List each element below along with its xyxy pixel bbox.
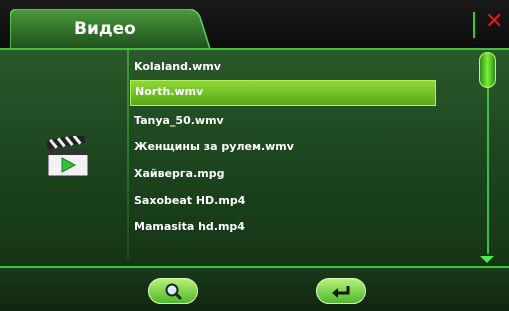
file-name: Женщины за рулем.wmv	[134, 140, 294, 153]
list-item-selected[interactable]: North.wmv	[130, 80, 436, 106]
file-name: Mamasita hd.mp4	[134, 220, 245, 233]
list-item[interactable]: Kolaland.wmv	[128, 55, 438, 81]
title-tab: Видео	[10, 9, 210, 49]
return-arrow-icon	[332, 286, 350, 298]
list-item[interactable]: Хайверга.mpg	[128, 162, 438, 188]
scrollbar-thumb[interactable]	[479, 52, 496, 88]
list-item[interactable]: Женщины за рулем.wmv	[128, 135, 438, 161]
file-name: North.wmv	[135, 85, 204, 98]
back-button[interactable]	[316, 278, 366, 304]
bottom-toolbar	[0, 266, 509, 311]
file-name: Хайверга.mpg	[134, 167, 225, 180]
file-name: Saxobeat HD.mp4	[134, 194, 246, 207]
top-bar: Видео ✕	[0, 0, 509, 49]
list-item[interactable]: Saxobeat HD.mp4	[128, 189, 438, 215]
close-area: ✕	[473, 0, 509, 48]
file-name: Kolaland.wmv	[134, 60, 221, 73]
search-button[interactable]	[148, 278, 198, 304]
search-icon	[165, 283, 182, 300]
page-title: Видео	[74, 19, 136, 39]
list-item[interactable]: Mamasita hd.mp4	[128, 215, 438, 241]
file-name: Tanya_50.wmv	[134, 114, 224, 127]
video-clapperboard-icon	[46, 133, 90, 178]
list-item[interactable]: Tanya_50.wmv	[128, 109, 438, 135]
scroll-down-arrow-icon[interactable]	[480, 256, 494, 263]
panel-top-divider	[0, 48, 509, 50]
video-browser-screen: Видео ✕ Kolaland.wmv North.wmv Tanya_50.…	[0, 0, 509, 311]
close-separator	[473, 12, 475, 38]
close-icon[interactable]: ✕	[485, 8, 503, 36]
